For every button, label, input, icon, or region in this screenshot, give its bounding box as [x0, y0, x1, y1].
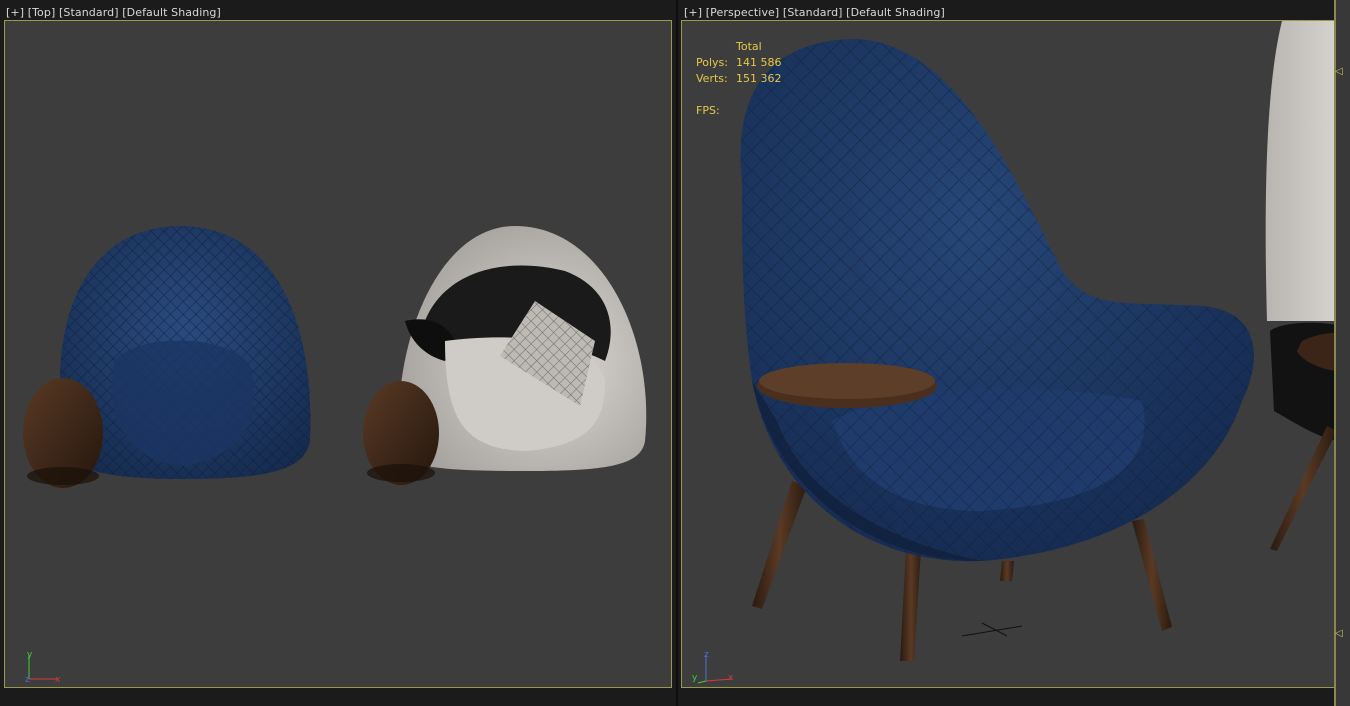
polys-label: Polys: [696, 56, 728, 69]
axis-gizmo-perspective: z y x [692, 649, 736, 685]
side-table-perspective[interactable] [757, 363, 937, 408]
side-table-right[interactable] [363, 381, 439, 485]
viewport-side-strip[interactable] [1336, 0, 1350, 706]
viewport-mode-button[interactable]: [Standard] [59, 6, 119, 19]
fps-label: FPS: [696, 104, 720, 117]
scene-top [23, 226, 647, 488]
axis-z-label: z [704, 650, 709, 660]
axis-y-label: y [27, 650, 33, 660]
axis-gizmo-top: y z x [25, 649, 65, 685]
triangle-marker-icon[interactable]: ◁ [1335, 66, 1347, 78]
viewport-top-canvas[interactable]: y z x [4, 20, 672, 688]
pivot-cross [961, 622, 1023, 637]
viewport-menu-button[interactable]: [+] [6, 6, 24, 19]
axis-x-label: x [728, 673, 734, 683]
viewport-perspective-canvas[interactable]: Total Polys: 141 586 Verts: 151 362 FPS: z… [681, 20, 1338, 688]
viewport-top[interactable]: [+] [Top] [Standard] [Default Shading] y… [0, 0, 676, 706]
viewport-view-button[interactable]: [Top] [28, 6, 56, 19]
viewport-mode-button[interactable]: [Standard] [783, 6, 843, 19]
side-table-left[interactable] [23, 378, 103, 488]
polys-value: 141 586 [736, 56, 782, 69]
axis-x-label: x [55, 675, 61, 685]
axis-z-label: z [25, 675, 30, 685]
white-chair-perspective[interactable] [1265, 21, 1338, 551]
viewport-view-button[interactable]: [Perspective] [706, 6, 780, 19]
viewport-top-label[interactable]: [+] [Top] [Standard] [Default Shading] [6, 6, 221, 19]
stats-total-header: Total [736, 40, 762, 53]
triangle-marker-icon[interactable]: ◁ [1335, 628, 1347, 640]
axis-y-label: y [692, 673, 698, 683]
viewport-shading-button[interactable]: [Default Shading] [846, 6, 945, 19]
viewport-menu-button[interactable]: [+] [684, 6, 702, 19]
verts-value: 151 362 [736, 72, 782, 85]
stats-overlay: Total Polys: 141 586 Verts: 151 362 FPS: [696, 39, 782, 119]
verts-label: Verts: [696, 72, 728, 85]
scene-perspective [740, 21, 1338, 661]
viewport-perspective[interactable]: [+] [Perspective] [Standard] [Default Sh… [678, 0, 1350, 706]
blue-chair-perspective[interactable] [740, 39, 1254, 661]
viewport-shading-button[interactable]: [Default Shading] [122, 6, 221, 19]
viewport-perspective-label[interactable]: [+] [Perspective] [Standard] [Default Sh… [684, 6, 945, 19]
